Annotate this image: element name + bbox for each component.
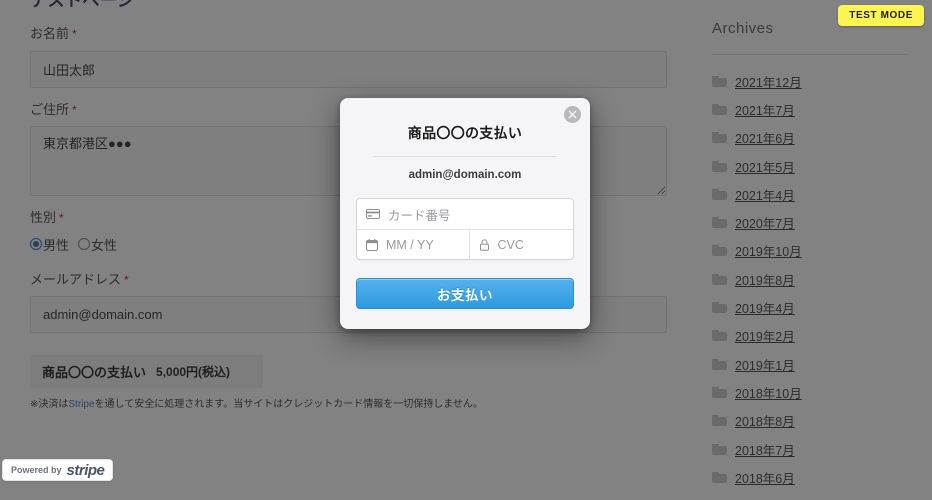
pay-button[interactable]: お支払い (356, 278, 574, 309)
card-expiry-placeholder: MM / YY (386, 237, 434, 252)
test-mode-badge: TEST MODE (838, 5, 924, 26)
credit-card-icon (366, 209, 380, 219)
card-expiry-field[interactable]: MM / YY (357, 230, 461, 260)
card-number-placeholder: カード番号 (388, 208, 451, 223)
modal-email: admin@domain.com (408, 169, 522, 181)
close-icon[interactable] (564, 106, 581, 123)
card-cvc-placeholder: CVC (497, 237, 524, 252)
card-input-group: カード番号 MM / YY CVC (356, 198, 574, 260)
stripe-checkout-modal: 商品〇〇の支払い admin@domain.com カード番号 MM / YY … (340, 98, 590, 329)
modal-title: 商品〇〇の支払い (407, 125, 523, 141)
card-number-row[interactable]: カード番号 (357, 199, 573, 229)
powered-by-label: Powered by (11, 465, 62, 475)
stripe-wordmark: stripe (66, 461, 105, 479)
calendar-icon (366, 238, 378, 251)
powered-by-stripe-badge: Powered by stripe (2, 459, 114, 481)
lock-icon (479, 238, 490, 251)
modal-divider (374, 156, 556, 157)
card-cvc-field[interactable]: CVC (468, 229, 574, 259)
card-expiry-cvc-row: MM / YY CVC (357, 229, 573, 259)
